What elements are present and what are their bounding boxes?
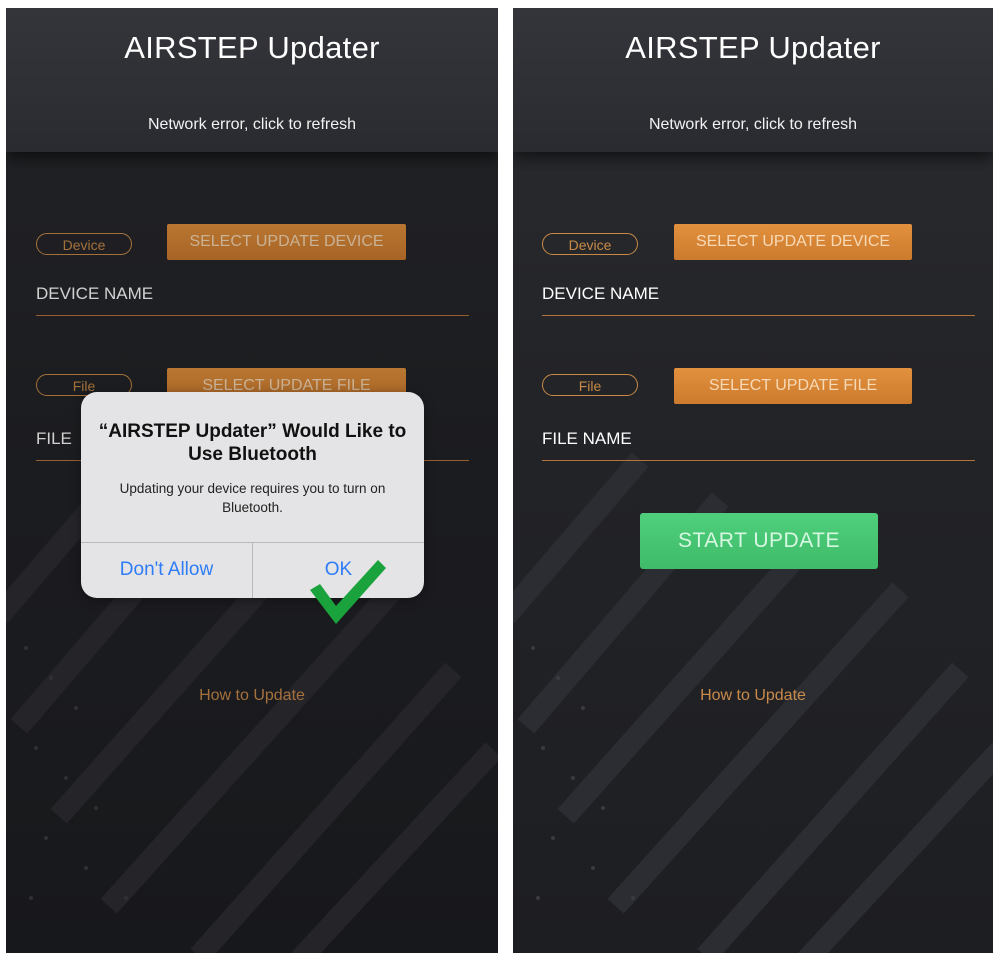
file-name-underline xyxy=(542,460,975,461)
app-header: AIRSTEP Updater Network error, click to … xyxy=(6,8,498,152)
alert-message: Updating your device requires you to tur… xyxy=(119,481,386,515)
app-title: AIRSTEP Updater xyxy=(625,30,881,65)
select-update-device-button[interactable]: SELECT UPDATE DEVICE xyxy=(674,224,912,260)
select-update-file-button[interactable]: SELECT UPDATE FILE xyxy=(674,368,912,404)
right-phone-screen: AIRSTEP Updater Network error, click to … xyxy=(513,8,993,953)
app-title: AIRSTEP Updater xyxy=(124,30,380,65)
file-pill: File xyxy=(542,374,638,396)
device-name-label: DEVICE NAME xyxy=(542,284,660,303)
left-phone-screen: AIRSTEP Updater Network error, click to … xyxy=(6,8,498,953)
start-update-button[interactable]: START UPDATE xyxy=(640,513,878,569)
alert-title: “AIRSTEP Updater” Would Like to Use Blue… xyxy=(98,421,407,465)
green-checkmark-icon xyxy=(310,560,386,624)
dont-allow-button[interactable]: Don't Allow xyxy=(81,542,252,598)
app-header: AIRSTEP Updater Network error, click to … xyxy=(513,8,993,152)
how-to-update-link[interactable]: How to Update xyxy=(513,687,993,705)
network-error-refresh[interactable]: Network error, click to refresh xyxy=(513,116,993,134)
file-name-label: FILE NAME xyxy=(542,429,632,448)
network-error-refresh[interactable]: Network error, click to refresh xyxy=(6,116,498,134)
device-name-underline xyxy=(542,315,975,316)
device-pill: Device xyxy=(542,233,638,255)
